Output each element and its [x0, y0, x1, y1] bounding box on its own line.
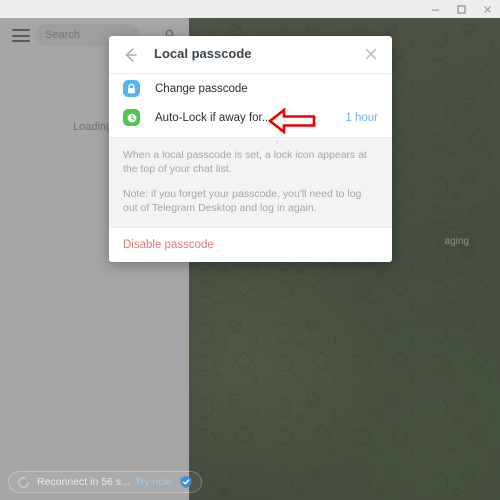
- shield-check-icon[interactable]: [179, 475, 193, 489]
- disable-passcode-label: Disable passcode: [123, 239, 214, 251]
- auto-lock-label: Auto-Lock if away for...: [155, 111, 272, 124]
- close-icon: [483, 5, 491, 13]
- back-arrow-icon[interactable]: [122, 46, 140, 64]
- auto-lock-row[interactable]: Auto-Lock if away for... 1 hour: [109, 103, 392, 132]
- change-passcode-row[interactable]: Change passcode: [109, 74, 392, 103]
- window-title-bar: [0, 0, 500, 18]
- connection-status-text: Reconnect in 56 s...: [37, 476, 130, 488]
- auto-lock-value[interactable]: 1 hour: [345, 112, 378, 124]
- lock-glyph-icon: [128, 83, 135, 93]
- dialog-title: Local passcode: [154, 46, 252, 61]
- connection-status-bar: Reconnect in 56 s... Try now: [8, 471, 202, 493]
- loading-spinner-icon: [18, 476, 29, 488]
- dialog-help-text: When a local passcode is set, a lock ico…: [109, 137, 392, 228]
- local-passcode-dialog: Local passcode Change passcode Auto-Lock…: [109, 36, 392, 262]
- minimize-button[interactable]: [422, 0, 448, 18]
- lock-icon: [123, 80, 140, 97]
- close-button[interactable]: [474, 0, 500, 18]
- maximize-icon: [456, 4, 466, 14]
- change-passcode-label: Change passcode: [155, 82, 248, 95]
- clock-icon: [123, 109, 140, 126]
- maximize-button[interactable]: [448, 0, 474, 18]
- minimize-icon: [431, 9, 439, 11]
- help-paragraph-2: Note: if you forget your passcode, you'l…: [123, 188, 362, 214]
- dialog-header: Local passcode: [109, 36, 392, 74]
- close-icon[interactable]: [363, 46, 379, 62]
- clock-glyph-icon: [127, 113, 136, 122]
- telegram-desktop-window: Search Loading... aging Reconnect in 56 …: [0, 0, 500, 500]
- disable-passcode-row[interactable]: Disable passcode: [109, 228, 392, 262]
- try-now-link[interactable]: Try now: [135, 476, 172, 488]
- help-paragraph-1: When a local passcode is set, a lock ico…: [123, 149, 367, 175]
